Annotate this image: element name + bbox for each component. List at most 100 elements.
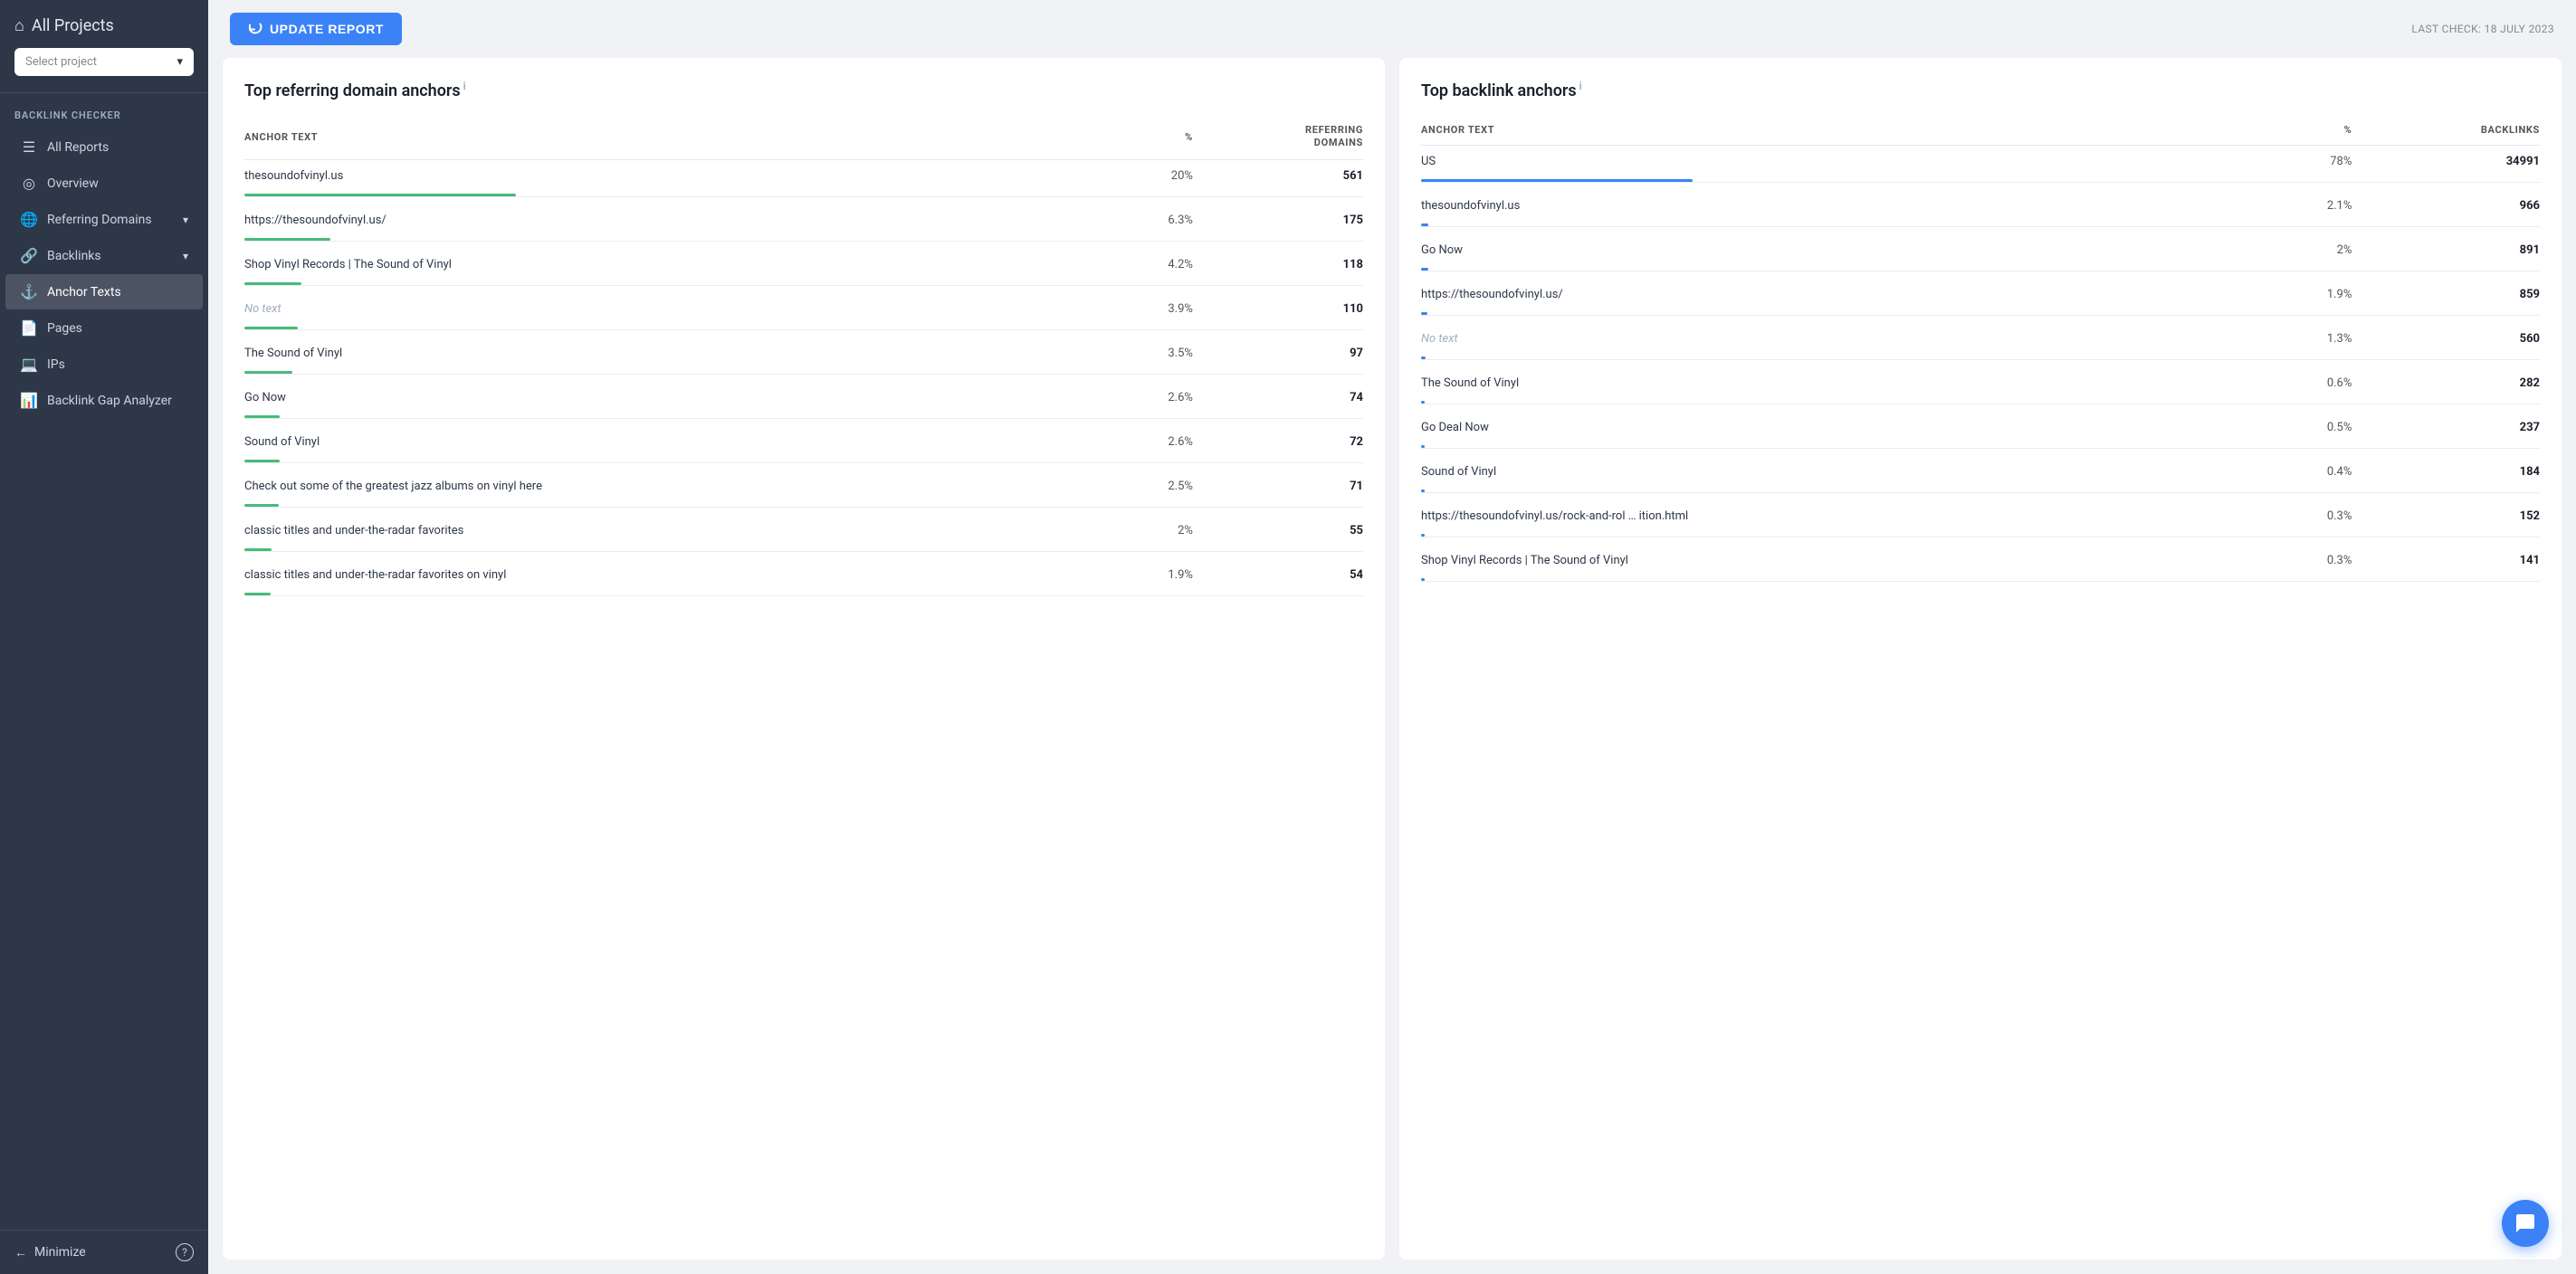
bar-cell	[244, 277, 1363, 293]
sidebar-item-all-reports[interactable]: ☰ All Reports	[5, 129, 203, 165]
bar-row	[1421, 440, 2540, 456]
value-cell: 859	[2352, 279, 2540, 307]
value-cell: 54	[1193, 559, 1363, 587]
value-cell: 152	[2352, 500, 2540, 528]
sidebar-item-anchor-texts[interactable]: ⚓ Anchor Texts	[5, 274, 203, 309]
table-row: thesoundofvinyl.us2.1%966	[1421, 190, 2540, 218]
bar-row	[244, 454, 1363, 471]
bar-cell	[1421, 307, 2540, 323]
table-row: Sound of Vinyl2.6%72	[244, 426, 1363, 454]
bar-row	[1421, 262, 2540, 279]
bar-cell	[1421, 351, 2540, 367]
table-row: The Sound of Vinyl0.6%282	[1421, 367, 2540, 395]
table-row: https://thesoundofvinyl.us/rock-and-rol …	[1421, 500, 2540, 528]
table-row: The Sound of Vinyl3.5%97	[244, 338, 1363, 366]
percent-cell: 0.3%	[2273, 500, 2352, 528]
refresh-icon	[248, 22, 262, 36]
percent-cell: 2.6%	[1120, 426, 1193, 454]
percent-cell: 1.9%	[2273, 279, 2352, 307]
col-referring-header: REFERRINGDOMAINS	[1193, 119, 1363, 159]
sidebar-item-backlink-gap[interactable]: 📊 Backlink Gap Analyzer	[5, 383, 203, 418]
anchor-text-cell: https://thesoundofvinyl.us/	[1421, 279, 2273, 307]
table-row: No text1.3%560	[1421, 323, 2540, 351]
table-row: Shop Vinyl Records | The Sound of Vinyl0…	[1421, 545, 2540, 573]
bar-cell	[1421, 174, 2540, 190]
bar-row	[244, 543, 1363, 559]
bar-row	[244, 321, 1363, 338]
top-bar: UPDATE REPORT LAST CHECK: 18 JULY 2023	[208, 0, 2576, 58]
value-cell: 55	[1193, 515, 1363, 543]
page-icon: 📄	[20, 319, 38, 337]
bar-cell	[1421, 395, 2540, 412]
sidebar-item-referring-domains[interactable]: 🌐 Referring Domains ▾	[5, 202, 203, 237]
sidebar-item-label: Backlink Gap Analyzer	[47, 394, 172, 408]
col-percent-header: %	[1120, 119, 1193, 159]
bar-cell	[244, 321, 1363, 338]
update-report-label: UPDATE REPORT	[270, 22, 384, 36]
anchor-text-cell: classic titles and under-the-radar favor…	[244, 515, 1120, 543]
project-select-placeholder: Select project	[25, 55, 97, 69]
chat-button[interactable]	[2502, 1200, 2549, 1247]
table-row: https://thesoundofvinyl.us/1.9%859	[1421, 279, 2540, 307]
project-select[interactable]: Select project ▾	[14, 48, 194, 76]
help-button[interactable]: ?	[176, 1243, 194, 1261]
percent-cell: 2.1%	[2273, 190, 2352, 218]
last-check-text: LAST CHECK: 18 JULY 2023	[2411, 23, 2554, 35]
computer-icon: 💻	[20, 356, 38, 373]
sidebar-item-overview[interactable]: ◎ Overview	[5, 166, 203, 201]
table-row: US78%34991	[1421, 146, 2540, 175]
left-panel-table: ANCHOR TEXT % REFERRINGDOMAINS thesoundo…	[244, 119, 1363, 604]
all-projects-link[interactable]: ⌂ All Projects	[14, 16, 194, 35]
bar-cell	[244, 366, 1363, 382]
update-report-button[interactable]: UPDATE REPORT	[230, 13, 402, 45]
anchor-text-cell: Go Now	[244, 382, 1120, 410]
sidebar-item-pages[interactable]: 📄 Pages	[5, 310, 203, 346]
bar-cell	[1421, 484, 2540, 500]
minimize-button[interactable]: ← Minimize	[14, 1245, 86, 1260]
value-cell: 34991	[2352, 146, 2540, 175]
left-panel: Top referring domain anchors i ANCHOR TE…	[223, 58, 1385, 1260]
bar-row	[244, 587, 1363, 604]
bar-cell	[244, 188, 1363, 204]
col-anchor-header: ANCHOR TEXT	[244, 119, 1120, 159]
table-row: Check out some of the greatest jazz albu…	[244, 471, 1363, 499]
bar-cell	[1421, 262, 2540, 279]
sidebar-item-label: Referring Domains	[47, 213, 152, 227]
percent-cell: 4.2%	[1120, 249, 1193, 277]
home-icon: ⌂	[14, 16, 24, 35]
percent-cell: 2.6%	[1120, 382, 1193, 410]
bar-row	[244, 277, 1363, 293]
table-row: classic titles and under-the-radar favor…	[244, 515, 1363, 543]
bar-row	[244, 410, 1363, 426]
value-cell: 74	[1193, 382, 1363, 410]
anchor-text-cell: Sound of Vinyl	[1421, 456, 2273, 484]
chat-icon	[2514, 1212, 2536, 1234]
value-cell: 110	[1193, 293, 1363, 321]
bar-row	[1421, 528, 2540, 545]
all-projects-label: All Projects	[32, 16, 114, 35]
percent-cell: 78%	[2273, 146, 2352, 175]
value-cell: 184	[2352, 456, 2540, 484]
anchor-icon: ⚓	[20, 283, 38, 300]
sidebar-item-label: IPs	[47, 357, 65, 372]
table-row: thesoundofvinyl.us20%561	[244, 159, 1363, 188]
bar-cell	[1421, 528, 2540, 545]
percent-cell: 2.5%	[1120, 471, 1193, 499]
sidebar-item-backlinks[interactable]: 🔗 Backlinks ▾	[5, 238, 203, 273]
anchor-text-cell: thesoundofvinyl.us	[1421, 190, 2273, 218]
link-icon: 🔗	[20, 247, 38, 264]
sidebar: ⌂ All Projects Select project ▾ BACKLINK…	[0, 0, 208, 1274]
sidebar-item-ips[interactable]: 💻 IPs	[5, 347, 203, 382]
chevron-icon: ▾	[183, 214, 188, 226]
bar-row	[1421, 307, 2540, 323]
value-cell: 561	[1193, 159, 1363, 188]
no-text-label: No text	[1421, 332, 1458, 346]
anchor-text-cell: No text	[1421, 323, 2273, 351]
right-panel-table: ANCHOR TEXT % BACKLINKS US78%34991thesou…	[1421, 119, 2540, 589]
table-row: classic titles and under-the-radar favor…	[244, 559, 1363, 587]
percent-cell: 6.3%	[1120, 204, 1193, 233]
bar-row	[244, 366, 1363, 382]
section-label: BACKLINK CHECKER	[0, 93, 208, 128]
anchor-text-cell: classic titles and under-the-radar favor…	[244, 559, 1120, 587]
table-row: Go Now2%891	[1421, 234, 2540, 262]
